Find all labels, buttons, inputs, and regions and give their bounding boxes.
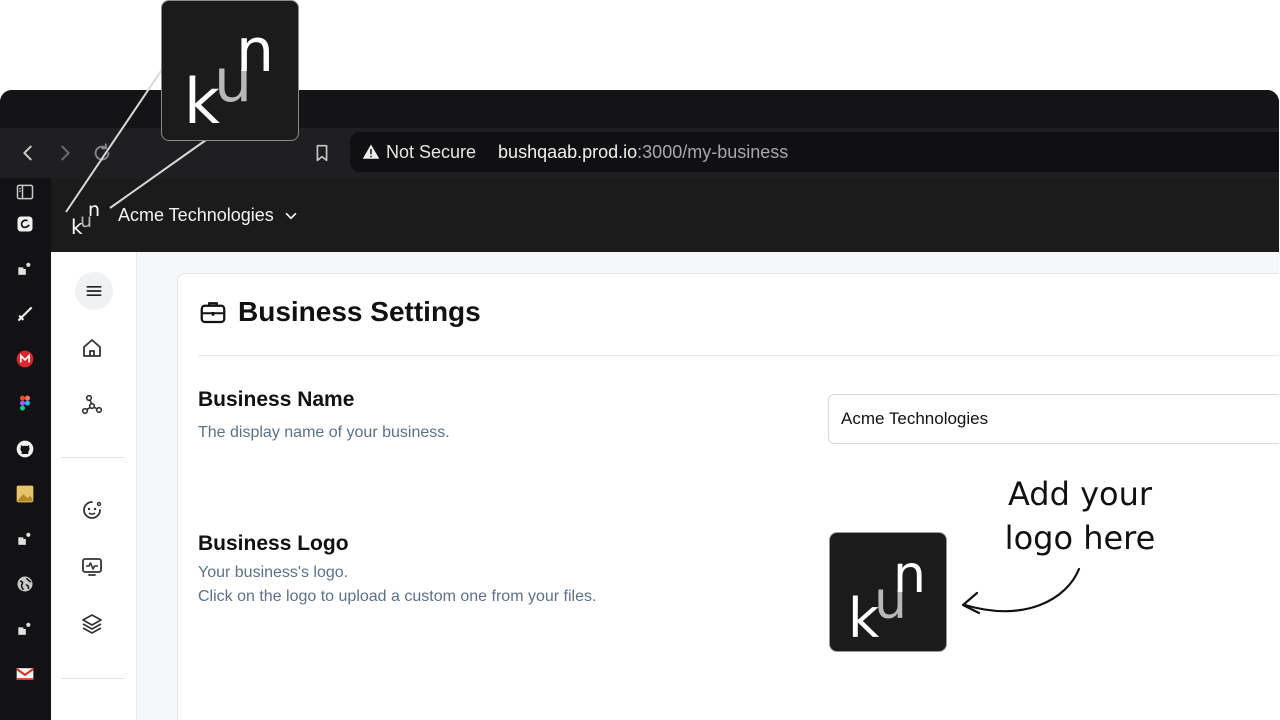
- security-label: Not Secure: [386, 141, 477, 162]
- reload-button[interactable]: [89, 140, 115, 166]
- business-switcher[interactable]: Acme Technologies: [118, 205, 300, 226]
- annotation-text: Add your logo here: [990, 472, 1170, 560]
- business-logo-description: Your business's logo.: [198, 564, 349, 581]
- chevron-right-icon: [61, 145, 70, 161]
- svg-text:n: n: [893, 545, 926, 605]
- image-icon[interactable]: [14, 483, 36, 505]
- curved-arrow-icon: [961, 567, 1081, 615]
- app-header: k u n Acme Technologies: [51, 178, 1279, 252]
- mega-icon[interactable]: [14, 348, 36, 370]
- annotation-line-1: Add your: [1007, 475, 1153, 513]
- monitor-icon: [82, 558, 102, 576]
- business-switcher-label: Acme Technologies: [118, 205, 274, 225]
- business-logo-upload[interactable]: k u n: [829, 532, 947, 652]
- annotation-line-2: logo here: [1004, 519, 1156, 557]
- url-path: :3000/my-business: [637, 141, 789, 162]
- business-name-input[interactable]: [828, 394, 1279, 444]
- sidebar-item-layers[interactable]: [79, 611, 105, 637]
- chevron-down-icon: [285, 212, 297, 219]
- title-divider: [198, 355, 1279, 356]
- layers-icon: [82, 614, 102, 634]
- globe-icon[interactable]: [14, 573, 36, 595]
- address-bar[interactable]: Not Secure bushqaab.prod.io:3000/my-busi…: [350, 132, 1279, 172]
- svg-text:n: n: [88, 199, 100, 221]
- sword-icon[interactable]: [14, 303, 36, 325]
- kun-logo-icon: k u n: [848, 545, 926, 650]
- puzzle-icon[interactable]: [14, 528, 36, 550]
- network-icon: [81, 394, 103, 415]
- screenshot-stage: k u n Not Secure bushqaab.prod.io:3000/…: [0, 0, 1280, 720]
- enlarged-logo: k u n: [161, 0, 299, 141]
- browser-sidebar: [0, 178, 51, 720]
- briefcase-icon: [200, 302, 226, 324]
- home-icon: [83, 339, 101, 357]
- github-icon[interactable]: [14, 438, 36, 460]
- page-title-text: Business Settings: [238, 296, 481, 327]
- face-icon: [83, 501, 102, 519]
- url-host: bushqaab.prod.io: [498, 141, 638, 162]
- reload-icon: [94, 143, 110, 161]
- back-button[interactable]: [15, 140, 41, 166]
- kun-logo-icon: k u n: [184, 16, 274, 138]
- forward-button[interactable]: [52, 140, 78, 166]
- bookmark-button[interactable]: [309, 140, 335, 166]
- menu-button[interactable]: [75, 272, 113, 310]
- sidebar-divider: [61, 678, 125, 679]
- sidebar-item-network[interactable]: [79, 392, 105, 418]
- note-icon[interactable]: [14, 213, 36, 235]
- bookmark-icon: [316, 144, 328, 162]
- security-indicator[interactable]: Not Secure: [362, 142, 476, 163]
- sidebar-item-home[interactable]: [79, 335, 105, 361]
- hamburger-icon: [86, 286, 102, 296]
- browser-window: Not Secure bushqaab.prod.io:3000/my-busi…: [0, 90, 1279, 720]
- business-name-description: The display name of your business.: [198, 424, 450, 441]
- sidebar-divider: [61, 457, 125, 458]
- business-logo-hint: Click on the logo to upload a custom one…: [198, 588, 597, 605]
- warning-icon: [362, 144, 380, 159]
- kun-logo-icon: k u n: [71, 199, 100, 239]
- figma-icon[interactable]: [14, 393, 36, 415]
- sidebar-item-face[interactable]: [79, 497, 105, 523]
- chevron-left-icon: [23, 145, 32, 161]
- app-logo[interactable]: k u n: [69, 194, 109, 239]
- svg-text:n: n: [236, 16, 274, 86]
- sidebar-toggle-icon[interactable]: [14, 181, 36, 203]
- puzzle-icon[interactable]: [14, 258, 36, 280]
- app-sidebar: [51, 252, 137, 720]
- page-title: Business Settings: [198, 296, 481, 328]
- gmail-icon[interactable]: [14, 663, 36, 685]
- puzzle-icon[interactable]: [14, 618, 36, 640]
- sidebar-item-monitor[interactable]: [79, 554, 105, 580]
- business-name-label: Business Name: [198, 388, 355, 411]
- business-logo-label: Business Logo: [198, 532, 349, 555]
